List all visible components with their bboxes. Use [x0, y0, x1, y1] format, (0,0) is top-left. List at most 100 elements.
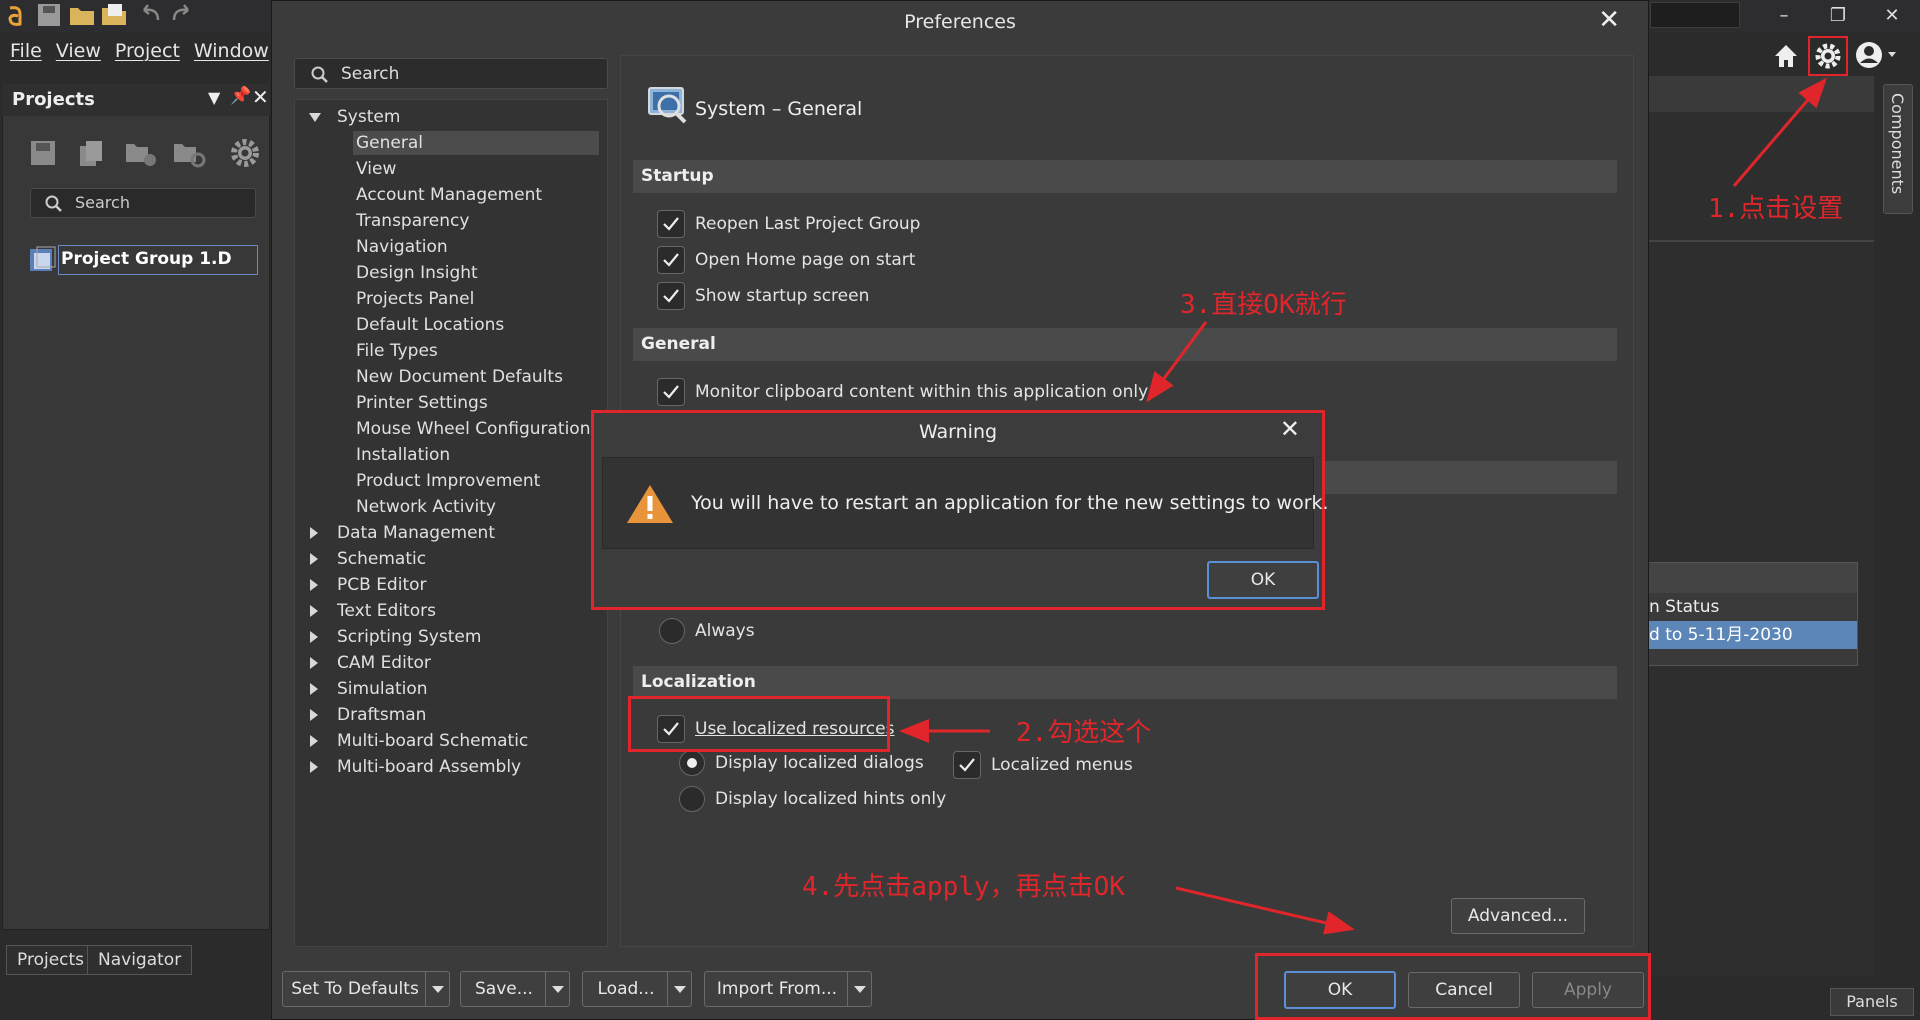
open-home-page-label: Open Home page on start — [695, 250, 916, 270]
reopen-last-project-label: Reopen Last Project Group — [695, 214, 921, 234]
system-general-icon — [645, 82, 691, 126]
tree-item-installation[interactable]: Installation — [356, 443, 450, 467]
reopen-last-project-checkbox[interactable] — [657, 210, 685, 238]
close-app-button[interactable]: ✕ — [1878, 4, 1906, 28]
close-panel-icon[interactable]: ✕ — [252, 85, 269, 109]
load-button[interactable]: Load... — [582, 971, 692, 1007]
tree-item-mouse-wheel-configuration[interactable]: Mouse Wheel Configuration — [356, 417, 590, 441]
redo-icon[interactable] — [168, 2, 196, 26]
collapsed-triangle-icon — [310, 683, 318, 695]
save-project-icon[interactable] — [28, 138, 58, 168]
annotation-step-4: 4.先点击apply，再点击OK — [802, 872, 1125, 902]
close-icon[interactable]: ✕ — [1598, 5, 1620, 35]
dropdown-arrow-icon[interactable] — [545, 972, 569, 1006]
annotation-step-3: 3.直接OK就行 — [1180, 290, 1347, 320]
display-localized-hints-radio[interactable] — [679, 786, 705, 812]
global-search-box[interactable] — [1650, 2, 1740, 28]
project-options-icon[interactable] — [124, 138, 156, 168]
projects-search-placeholder: Search — [75, 193, 130, 212]
set-to-defaults-label: Set To Defaults — [291, 979, 419, 999]
tree-item-general[interactable]: General — [353, 131, 599, 155]
user-account-icon[interactable] — [1854, 40, 1898, 72]
open-document-icon[interactable] — [100, 2, 130, 28]
projects-panel-title: Projects — [12, 89, 95, 110]
tree-item-product-improvement[interactable]: Product Improvement — [356, 469, 540, 493]
localized-menus-label: Localized menus — [991, 755, 1133, 775]
collapsed-triangle-icon — [310, 709, 318, 721]
always-radio[interactable] — [659, 618, 685, 644]
save-button[interactable]: Save... — [460, 971, 570, 1007]
tree-item-account-management[interactable]: Account Management — [356, 183, 542, 207]
status-table-row[interactable]: d to 5-11月-2030 — [1649, 621, 1857, 649]
tree-item-default-locations[interactable]: Default Locations — [356, 313, 504, 337]
panel-menu-icon[interactable]: ▼ — [208, 88, 220, 107]
localized-menus-checkbox[interactable] — [953, 751, 981, 779]
collapsed-triangle-icon — [310, 527, 318, 539]
pin-icon[interactable]: 📌 — [230, 86, 251, 106]
preferences-search-input[interactable]: Search — [294, 58, 608, 89]
open-folder-icon[interactable] — [68, 2, 98, 28]
tree-item-projects-panel[interactable]: Projects Panel — [356, 287, 474, 311]
load-label: Load... — [597, 979, 655, 999]
tree-item-file-types[interactable]: File Types — [356, 339, 438, 363]
tree-node-label: Scripting System — [337, 627, 482, 647]
monitor-clipboard-checkbox[interactable] — [657, 378, 685, 406]
menu-window[interactable]: Window — [194, 40, 269, 70]
menu-project[interactable]: Project — [115, 40, 180, 70]
display-localized-dialogs-radio[interactable] — [679, 750, 705, 776]
set-to-defaults-button[interactable]: Set To Defaults — [282, 971, 450, 1007]
panel-gear-icon[interactable] — [228, 136, 262, 170]
undo-icon[interactable] — [136, 2, 164, 26]
save-label: Save... — [475, 979, 533, 999]
components-side-tab[interactable]: Components — [1883, 84, 1913, 214]
tree-item-transparency[interactable]: Transparency — [356, 209, 469, 233]
import-from-button[interactable]: Import From... — [704, 971, 872, 1007]
copy-project-icon[interactable] — [76, 138, 106, 168]
close-icon[interactable]: ✕ — [1280, 415, 1300, 443]
advanced-button[interactable]: Advanced... — [1451, 898, 1585, 934]
monitor-clipboard-label: Monitor clipboard content within this ap… — [695, 382, 1149, 402]
always-radio-label: Always — [695, 621, 755, 641]
divider — [1648, 240, 1874, 242]
save-all-icon[interactable] — [36, 2, 64, 28]
app-logo-icon — [6, 4, 26, 28]
dropdown-arrow-icon[interactable] — [425, 972, 449, 1006]
dropdown-arrow-icon[interactable] — [667, 972, 691, 1006]
open-home-page-checkbox[interactable] — [657, 246, 685, 274]
home-icon[interactable] — [1772, 42, 1800, 70]
show-startup-screen-checkbox[interactable] — [657, 282, 685, 310]
collapsed-triangle-icon — [310, 631, 318, 643]
panels-button[interactable]: Panels — [1830, 988, 1914, 1016]
tree-item-view[interactable]: View — [356, 157, 396, 181]
tree-item-design-insight[interactable]: Design Insight — [356, 261, 478, 285]
collapsed-triangle-icon — [310, 657, 318, 669]
settings-gear-button[interactable] — [1808, 36, 1848, 76]
menu-view[interactable]: View — [56, 40, 101, 70]
project-group-icon — [30, 246, 56, 271]
collapsed-triangle-icon — [310, 605, 318, 617]
tree-item-new-document-defaults[interactable]: New Document Defaults — [356, 365, 563, 389]
project-group-item[interactable]: Project Group 1.D — [28, 245, 260, 275]
menu-file[interactable]: File — [10, 40, 42, 70]
import-from-label: Import From... — [716, 979, 838, 999]
highlight-bottom-buttons — [1255, 953, 1651, 1020]
tab-navigator[interactable]: Navigator — [87, 945, 193, 975]
project-settings-icon[interactable] — [172, 138, 206, 168]
checkmark-icon — [663, 253, 679, 267]
tree-item-navigation[interactable]: Navigation — [356, 235, 448, 259]
dropdown-arrow-icon[interactable] — [847, 972, 871, 1006]
warning-ok-button[interactable]: OK — [1207, 561, 1319, 599]
tree-node-label: Multi-board Schematic — [337, 731, 529, 751]
show-startup-screen-label: Show startup screen — [695, 286, 870, 306]
main-menubar: File View Project Window — [0, 40, 269, 70]
tab-projects[interactable]: Projects — [6, 945, 96, 975]
tree-item-network-activity[interactable]: Network Activity — [356, 495, 496, 519]
highlight-use-localized — [628, 696, 890, 752]
display-localized-hints-label: Display localized hints only — [715, 789, 947, 809]
warning-message: You will have to restart an application … — [691, 492, 1329, 514]
minimize-button[interactable]: – — [1770, 4, 1798, 28]
restore-button[interactable]: ❐ — [1824, 4, 1852, 28]
tree-item-printer-settings[interactable]: Printer Settings — [356, 391, 488, 415]
projects-search-input[interactable]: Search — [30, 188, 256, 218]
tree-node-label: Simulation — [337, 679, 428, 699]
